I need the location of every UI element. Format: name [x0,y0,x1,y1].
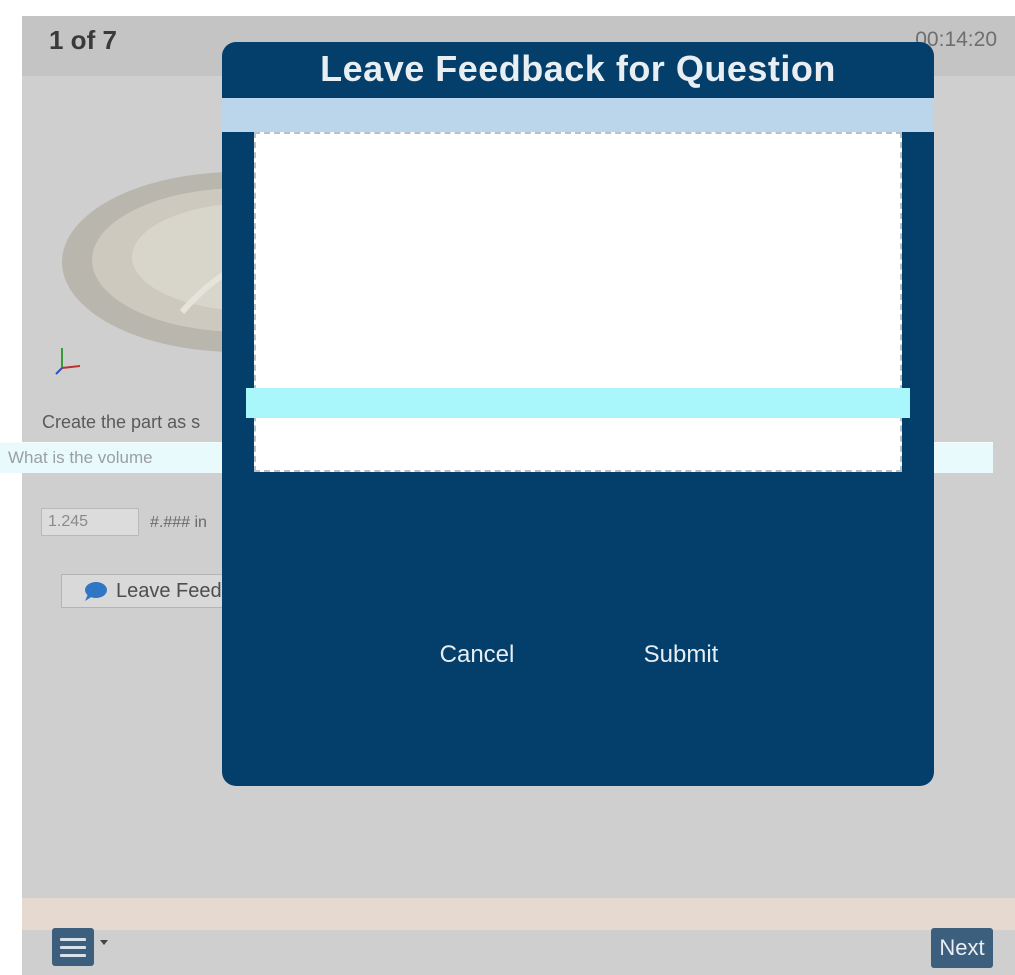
volume-prompt: What is the volume [8,448,153,467]
textarea-highlight-band [246,388,910,418]
question-instruction: Create the part as s [42,412,201,432]
leave-feedback-label: Leave Feed [116,579,222,602]
caret-down-icon[interactable] [100,940,108,945]
cancel-button[interactable]: Cancel [422,636,532,674]
axis-triad-icon [55,348,81,375]
hamburger-line [60,937,86,941]
hamburger-line [60,945,86,949]
question-counter: 1 of 7 [49,25,117,55]
feedback-modal: Leave Feedback for Question Cancel Submi… [222,42,934,786]
modal-title: Leave Feedback for Question [320,48,836,89]
hamburger-line [60,953,86,957]
answer-field[interactable] [41,508,139,536]
menu-button[interactable] [52,928,94,966]
footer-strip [22,898,1015,930]
title-band [222,98,934,132]
feedback-textarea[interactable] [254,132,902,472]
next-button[interactable]: Next [931,928,993,968]
chat-bubble-icon [85,582,107,601]
submit-button[interactable]: Submit [622,636,740,674]
format-hint: #.### in [150,514,207,531]
